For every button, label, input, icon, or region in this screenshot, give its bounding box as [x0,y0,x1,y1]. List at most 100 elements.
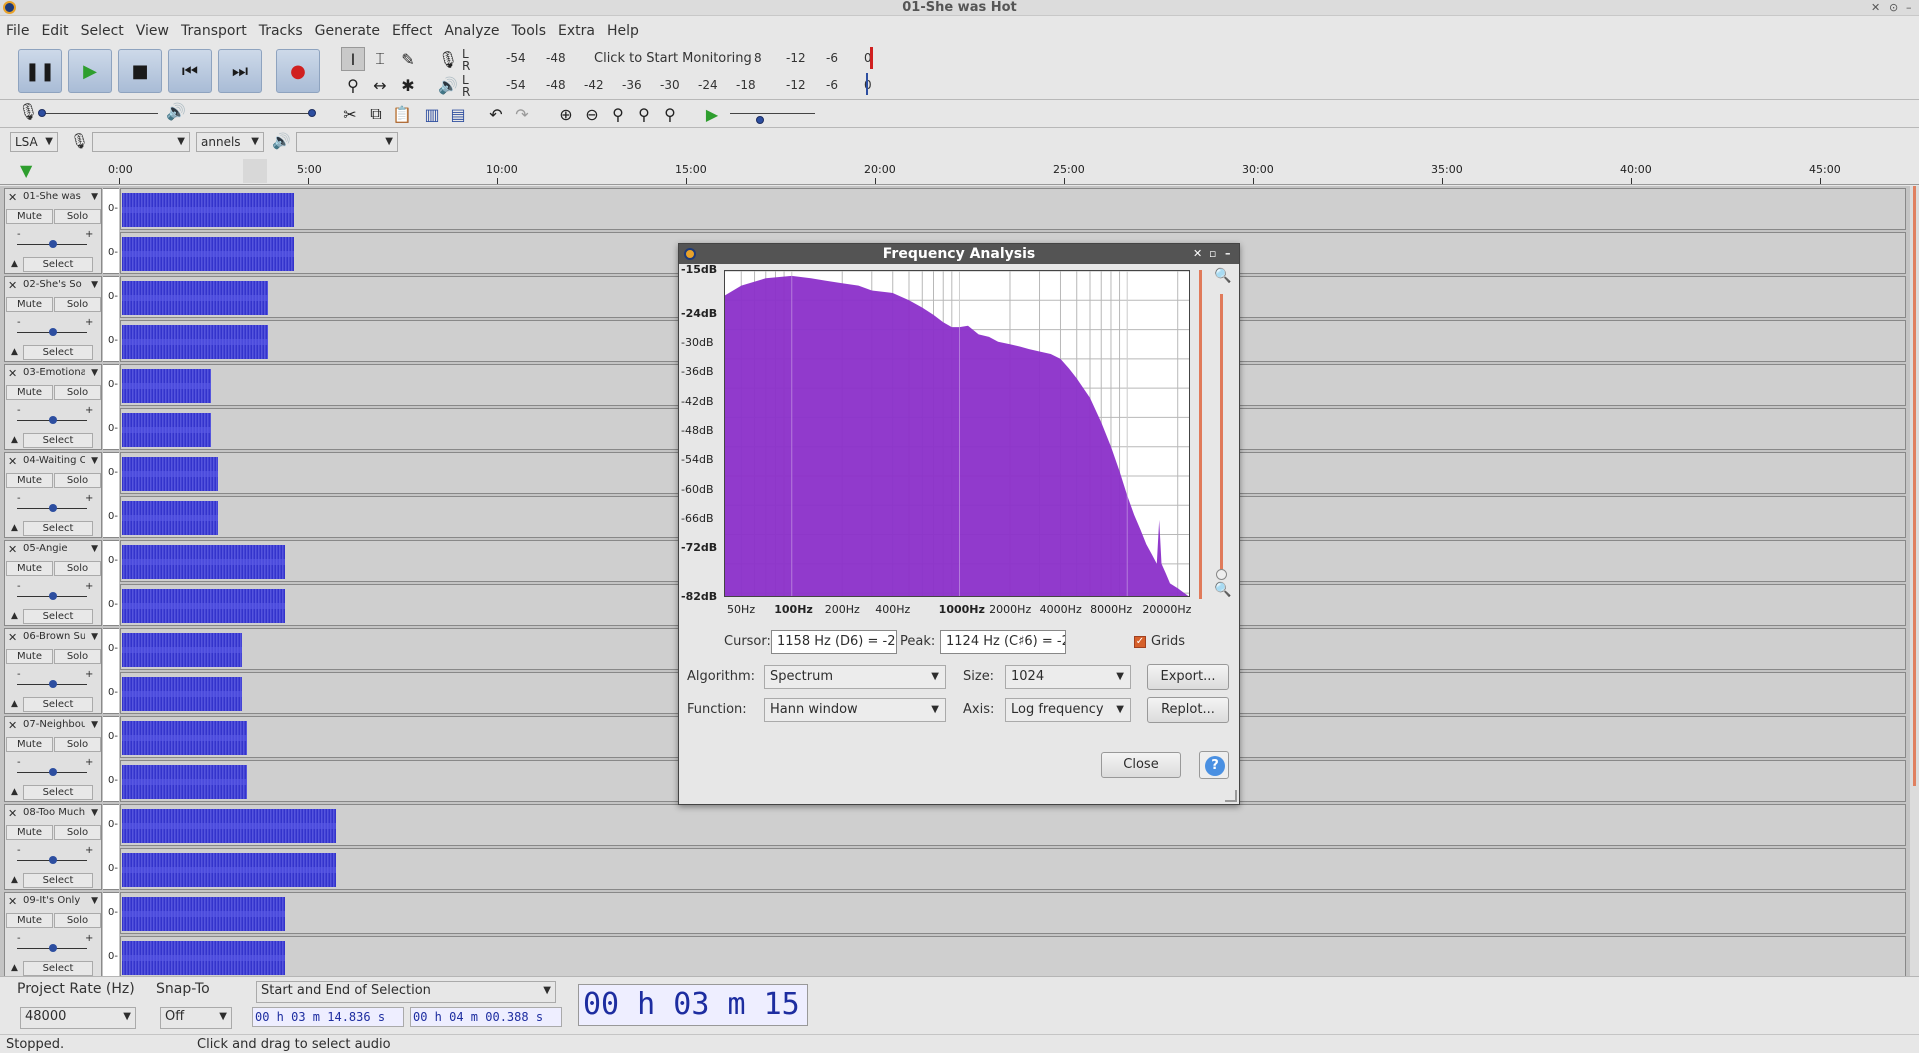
playback-volume-slider[interactable] [190,113,312,114]
collapse-icon[interactable]: ▲ [11,523,18,533]
dialog-title-bar[interactable]: Frequency Analysis ✕ ▫ – [679,244,1239,264]
track-close-icon[interactable]: ✕ [8,895,17,908]
select-button[interactable]: Select [23,961,93,976]
track-close-icon[interactable]: ✕ [8,279,17,292]
track-close-icon[interactable]: ✕ [8,191,17,204]
mute-button[interactable]: Mute [6,209,53,224]
menu-extra[interactable]: Extra [558,23,595,39]
close-window-icon[interactable]: ✕ [1871,0,1880,16]
play-meter-button[interactable]: 🔊 [436,73,460,97]
minimize-window-icon[interactable]: – [1906,0,1912,16]
silence-button[interactable]: ▤ [446,102,470,126]
dialog-minimize-icon[interactable]: – [1225,244,1231,264]
function-select[interactable]: Hann window ▼ [764,698,946,722]
track-channel-left[interactable] [120,804,1906,846]
skip-to-start-button[interactable]: ⏮ [168,49,212,93]
playback-device-select[interactable]: ▼ [296,132,398,152]
mute-button[interactable]: Mute [6,561,53,576]
spectrum-plot[interactable] [724,270,1190,597]
track-menu-icon[interactable]: ▼ [91,896,98,906]
track-menu-icon[interactable]: ▼ [91,368,98,378]
solo-button[interactable]: Solo [54,385,101,400]
track-menu-icon[interactable]: ▼ [91,544,98,554]
mute-button[interactable]: Mute [6,297,53,312]
gain-knob[interactable] [49,240,57,248]
solo-button[interactable]: Solo [54,561,101,576]
track-close-icon[interactable]: ✕ [8,543,17,556]
selection-tool[interactable]: I [341,47,365,71]
project-rate-select[interactable]: 48000 ▼ [20,1007,136,1029]
fit-project-button[interactable]: ⚲ [632,102,656,126]
size-select[interactable]: 1024 ▼ [1005,665,1131,689]
collapse-icon[interactable]: ▲ [11,787,18,797]
track-menu-icon[interactable]: ▼ [91,720,98,730]
zoom-out-icon[interactable]: 🔍 [1214,582,1231,598]
track-name[interactable]: 08-Too Much [23,807,85,818]
envelope-tool[interactable]: ⌶ [368,47,392,71]
playback-meter[interactable]: -54 -48 -42 -36 -30 -24 -18 -12 -6 0 [474,78,884,94]
menu-effect[interactable]: Effect [392,23,432,39]
recording-volume-knob[interactable] [38,109,46,117]
track-channel-left[interactable] [120,892,1906,934]
gain-knob[interactable] [49,856,57,864]
solo-button[interactable]: Solo [54,825,101,840]
gain-knob[interactable] [49,768,57,776]
vertical-zoom-slider[interactable] [1220,294,1223,579]
select-button[interactable]: Select [23,873,93,888]
export-button[interactable]: Export... [1147,664,1229,690]
zoom-tool[interactable]: ⚲ [341,73,365,97]
solo-button[interactable]: Solo [54,297,101,312]
track-close-icon[interactable]: ✕ [8,807,17,820]
recording-device-select[interactable]: ▼ [92,132,190,152]
mute-button[interactable]: Mute [6,473,53,488]
track-channel-right[interactable] [120,848,1906,890]
track-menu-icon[interactable]: ▼ [91,456,98,466]
grids-checkbox[interactable]: ✓ [1134,636,1146,648]
collapse-icon[interactable]: ▲ [11,347,18,357]
gain-knob[interactable] [49,504,57,512]
menu-transport[interactable]: Transport [181,23,247,39]
recording-volume-slider[interactable] [40,113,158,114]
peak-value-field[interactable]: 1124 Hz (C♯6) = -26.2 [940,630,1066,654]
menu-tools[interactable]: Tools [512,23,547,39]
selection-mode-select[interactable]: Start and End of Selection ▼ [256,981,556,1003]
audio-position-time[interactable]: 00 h 03 m 15 s [578,984,808,1026]
close-button[interactable]: Close [1101,752,1181,778]
play-speed-knob[interactable] [756,116,764,124]
snap-to-select[interactable]: Off ▼ [160,1007,232,1029]
gain-knob[interactable] [49,416,57,424]
select-button[interactable]: Select [23,521,93,536]
track-menu-icon[interactable]: ▼ [91,280,98,290]
menu-edit[interactable]: Edit [41,23,68,39]
menu-view[interactable]: View [136,23,169,39]
paste-button[interactable]: 📋 [390,102,414,126]
menu-analyze[interactable]: Analyze [444,23,499,39]
collapse-icon[interactable]: ▲ [11,699,18,709]
solo-button[interactable]: Solo [54,209,101,224]
collapse-icon[interactable]: ▲ [11,435,18,445]
replot-button[interactable]: Replot... [1147,697,1229,723]
stop-button[interactable]: ■ [118,49,162,93]
mute-button[interactable]: Mute [6,913,53,928]
track-name[interactable]: 01-She was [23,191,85,202]
record-button[interactable]: ● [276,49,320,93]
time-shift-tool[interactable]: ↔ [368,73,392,97]
gain-knob[interactable] [49,592,57,600]
menu-file[interactable]: File [6,23,29,39]
axis-select[interactable]: Log frequency ▼ [1005,698,1131,722]
solo-button[interactable]: Solo [54,737,101,752]
undo-button[interactable]: ↶ [484,102,508,126]
play-button[interactable]: ▶ [68,49,112,93]
track-name[interactable]: 02-She's So [23,279,85,290]
solo-button[interactable]: Solo [54,473,101,488]
select-button[interactable]: Select [23,609,93,624]
track-menu-icon[interactable]: ▼ [91,808,98,818]
maximize-window-icon[interactable]: ⊙ [1889,0,1898,16]
menu-help[interactable]: Help [607,23,639,39]
collapse-icon[interactable]: ▲ [11,963,18,973]
collapse-icon[interactable]: ▲ [11,875,18,885]
select-button[interactable]: Select [23,697,93,712]
track-name[interactable]: 09-It's Only [23,895,85,906]
dialog-maximize-icon[interactable]: ▫ [1209,244,1216,264]
playback-volume-knob[interactable] [308,109,316,117]
